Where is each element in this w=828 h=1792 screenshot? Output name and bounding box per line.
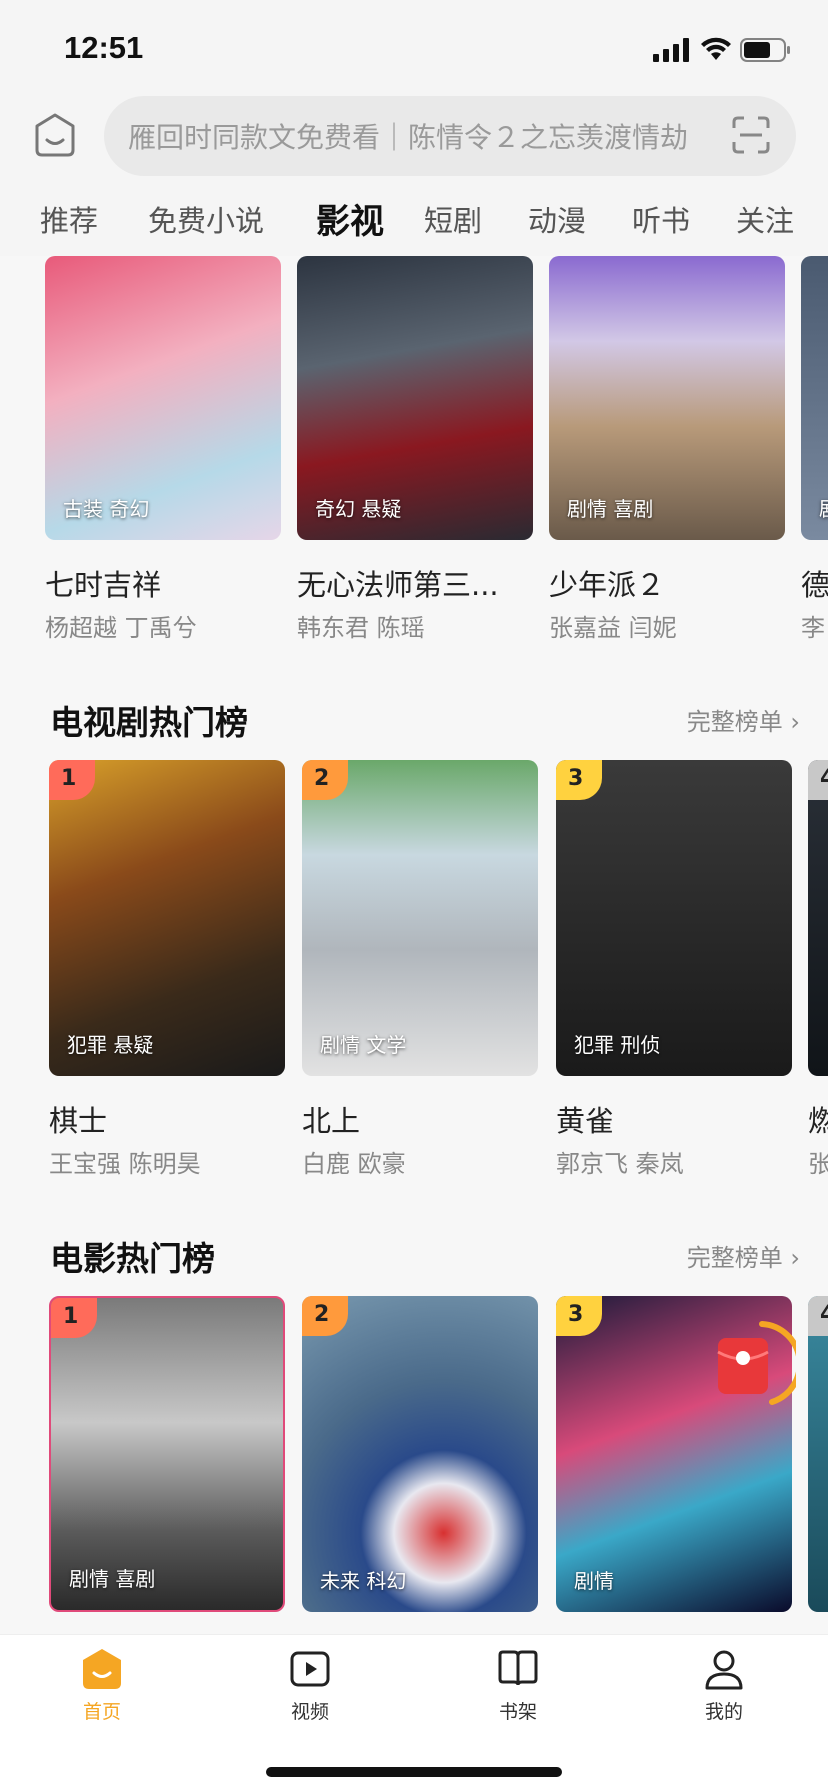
card-title: 少年派２ [549,568,666,602]
genre-tags: 剧 [819,493,828,522]
poster-image: 2 未来 科幻 [302,1296,538,1612]
tab-audiobooks[interactable]: 听书 [632,198,690,240]
content-feed[interactable]: 古装 奇幻 七时吉祥 杨超越 丁禹兮 奇幻 悬疑 无心法师第三... 韩东君 陈… [0,256,828,1634]
poster-image: 1 剧情 喜剧 [49,1296,285,1612]
card-title: 七时吉祥 [45,568,162,602]
card-cast: 张 [808,1150,828,1178]
poster-image: 2 剧情 文学 [302,760,538,1076]
full-ranking-link[interactable]: 完整榜单 › [687,702,800,737]
genre-tags: 奇幻 悬疑 [315,497,402,521]
scan-icon[interactable] [732,116,770,154]
card-title: 无心法师第三... [297,568,499,602]
status-bar: 12:51 [0,0,828,90]
card-title: 北上 [302,1104,361,1138]
app-logo-icon[interactable] [33,112,77,158]
search-input[interactable]: 雁回时同款文免费看｜陈情令２之忘羡渡情劫 [104,96,796,176]
card-cast: 韩东君 陈瑶 [297,614,425,642]
card-cast: 李 [801,614,825,642]
card-title: 德 [801,568,828,602]
rank-badge: 2 [302,1296,348,1336]
nav-bookshelf[interactable]: 书架 [468,1647,568,1724]
poster-image: 古装 奇幻 [45,256,281,540]
poster-image: 4 [808,760,828,1076]
tab-free-novels[interactable]: 免费小说 [148,198,264,240]
card-cast: 张嘉益 闫妮 [549,614,677,642]
book-icon [498,1650,538,1686]
genre-tags: 古装 奇幻 [63,497,150,521]
red-envelope-icon[interactable] [712,1318,796,1410]
genre-tags: 剧情 文学 [320,1033,407,1057]
nav-profile-label: 我的 [704,1701,743,1723]
rank-badge: 1 [49,760,95,800]
nav-video[interactable]: 视频 [260,1647,360,1724]
card-cast: 王宝强 陈明昊 [49,1150,201,1178]
status-time: 12:51 [64,30,144,65]
genre-tags: 未来 科幻 [320,1569,407,1593]
wifi-icon [701,37,731,60]
home-indicator[interactable] [266,1767,562,1777]
card-cast: 白鹿 欧豪 [302,1150,406,1178]
poster-image: 剧情 喜剧 [549,256,785,540]
category-tabs: 推荐 免费小说 影视 短剧 动漫 听书 关注 [0,182,828,256]
rank-badge: 4 [808,1296,828,1336]
full-ranking-link[interactable]: 完整榜单 › [687,1238,800,1273]
tab-short-drama[interactable]: 短剧 [424,198,482,240]
rank-badge: 3 [556,760,602,800]
full-ranking-label: 完整榜单 [686,708,783,736]
user-profile-icon [705,1650,743,1690]
card-title: 棋士 [49,1104,108,1138]
tab-film-tv[interactable]: 影视 [316,194,384,243]
section-title-movies: 电影热门榜 [50,1239,215,1278]
chevron-right-icon: › [790,708,800,736]
card-title: 黄雀 [556,1104,615,1138]
tab-following[interactable]: 关注 [736,198,794,240]
nav-bookshelf-label: 书架 [498,1701,537,1723]
search-row: 雁回时同款文免费看｜陈情令２之忘羡渡情劫 [0,90,828,182]
poster-image: 奇幻 悬疑 [297,256,533,540]
card-cast: 郭京飞 秦岚 [556,1150,684,1178]
genre-tags: 犯罪 刑侦 [574,1033,661,1057]
genre-tags: 剧情 喜剧 [567,497,654,521]
poster-image: 1 犯罪 悬疑 [49,760,285,1076]
rank-badge: 1 [51,1298,97,1338]
genre-tags: 剧情 [574,1569,614,1593]
poster-image: 4 [808,1296,828,1612]
card-cast: 杨超越 丁禹兮 [45,614,197,642]
chevron-right-icon: › [790,1244,800,1272]
battery-icon [740,38,790,62]
section-title-tv: 电视剧热门榜 [50,703,248,742]
nav-profile[interactable]: 我的 [674,1647,774,1724]
tab-anime[interactable]: 动漫 [528,198,586,240]
nav-video-label: 视频 [290,1701,329,1723]
cellular-signal-icon [653,38,689,62]
genre-tags: 剧情 喜剧 [69,1567,156,1591]
rank-badge: 2 [302,760,348,800]
rank-badge: 4 [808,760,828,800]
video-play-icon [290,1651,330,1687]
rank-badge: 3 [556,1296,602,1336]
home-icon [83,1649,121,1689]
nav-home-label: 首页 [82,1701,121,1723]
card-title: 燃 [808,1104,828,1138]
poster-image: 剧 [801,256,828,540]
full-ranking-label: 完整榜单 [686,1244,783,1272]
nav-home[interactable]: 首页 [52,1647,152,1724]
tab-recommend[interactable]: 推荐 [40,198,98,240]
search-placeholder: 雁回时同款文免费看｜陈情令２之忘羡渡情劫 [128,121,689,154]
genre-tags: 犯罪 悬疑 [67,1033,154,1057]
poster-image: 3 犯罪 刑侦 [556,760,792,1076]
